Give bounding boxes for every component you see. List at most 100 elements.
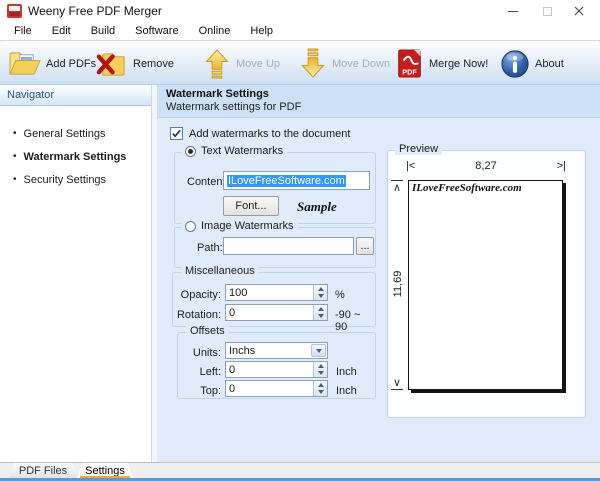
rotation-spin-buttons[interactable] bbox=[313, 305, 327, 320]
spin-up-icon[interactable] bbox=[314, 362, 327, 370]
main-panel: Watermark Settings Watermark settings fo… bbox=[157, 85, 600, 462]
ruler-bottom-end-marker: ∨ bbox=[391, 376, 403, 390]
miscellaneous-title: Miscellaneous bbox=[181, 265, 259, 277]
spin-down-icon[interactable] bbox=[314, 313, 327, 321]
checkbox-checked-icon bbox=[170, 127, 183, 140]
close-button[interactable] bbox=[564, 0, 594, 22]
about-info-icon bbox=[500, 49, 530, 79]
chevron-down-icon[interactable] bbox=[311, 344, 326, 357]
rotation-value: 0 bbox=[229, 307, 235, 319]
about-button[interactable]: About bbox=[500, 47, 564, 80]
move-down-arrow-icon bbox=[299, 48, 327, 79]
rotation-label: Rotation: bbox=[173, 309, 221, 321]
spin-up-icon[interactable] bbox=[314, 381, 327, 389]
ruler-left-end-marker: |< bbox=[406, 160, 415, 172]
opacity-value: 100 bbox=[229, 287, 247, 299]
maximize-button[interactable] bbox=[532, 0, 562, 22]
tab-settings[interactable]: Settings bbox=[77, 463, 133, 479]
add-watermarks-checkbox[interactable]: Add watermarks to the document bbox=[170, 127, 350, 140]
navigator-items: • General Settings • Watermark Settings … bbox=[0, 106, 151, 192]
left-label: Left: bbox=[178, 366, 221, 378]
add-pdfs-button[interactable]: Add PDFs bbox=[8, 47, 96, 80]
minimize-button[interactable] bbox=[498, 0, 528, 22]
add-watermarks-label: Add watermarks to the document bbox=[189, 128, 350, 140]
merge-now-label: Merge Now! bbox=[429, 58, 488, 70]
spin-down-icon[interactable] bbox=[314, 293, 327, 301]
units-select[interactable]: Inchs bbox=[225, 342, 328, 359]
top-label: Top: bbox=[178, 385, 221, 397]
preview-group: Preview |< 8,27 >| ∧ 11,69 ∨ ILoveFreeSo… bbox=[387, 150, 586, 418]
left-spin-buttons[interactable] bbox=[313, 362, 327, 377]
miscellaneous-group: Miscellaneous Opacity: 100 % Rotation: 0 bbox=[172, 272, 376, 327]
bullet-icon: • bbox=[13, 129, 17, 139]
units-value: Inchs bbox=[229, 345, 255, 357]
path-label: Path: bbox=[197, 242, 223, 254]
merge-pdf-icon: PDF bbox=[395, 48, 424, 79]
rotation-range: -90 ~ 90 bbox=[335, 309, 375, 333]
move-up-button[interactable]: Move Up bbox=[203, 47, 280, 80]
offsets-title: Offsets bbox=[186, 325, 229, 337]
page-title: Watermark Settings bbox=[166, 88, 600, 100]
app-icon bbox=[7, 4, 22, 18]
page-height-value: 11,69 bbox=[392, 269, 404, 299]
image-watermarks-group: Image Watermarks Path: ... bbox=[174, 227, 376, 268]
top-unit: Inch bbox=[336, 385, 357, 397]
page-width-value: 8,27 bbox=[475, 160, 496, 172]
merge-now-button[interactable]: PDF Merge Now! bbox=[395, 47, 488, 80]
top-spin-buttons[interactable] bbox=[313, 381, 327, 396]
menu-build[interactable]: Build bbox=[81, 23, 125, 39]
navigator-panel: Navigator • General Settings • Watermark… bbox=[0, 85, 152, 462]
browse-path-button[interactable]: ... bbox=[356, 237, 374, 255]
maximize-icon bbox=[543, 7, 552, 16]
sidebar-item-watermark-settings[interactable]: • Watermark Settings bbox=[0, 146, 151, 169]
watermark-settings-content: Add watermarks to the document Text Wate… bbox=[157, 118, 600, 462]
move-up-arrow-icon bbox=[203, 48, 231, 79]
preview-watermark-text: ILoveFreeSoftware.com bbox=[412, 182, 522, 194]
font-button[interactable]: Font... bbox=[223, 196, 279, 216]
radio-selected-icon bbox=[185, 146, 196, 157]
menu-software[interactable]: Software bbox=[125, 23, 188, 39]
spin-up-icon[interactable] bbox=[314, 285, 327, 293]
remove-label: Remove bbox=[133, 58, 174, 70]
radio-unselected-icon bbox=[185, 221, 196, 232]
remove-folder-icon bbox=[95, 48, 128, 79]
bottom-tab-strip: PDF Files Settings bbox=[0, 462, 600, 478]
sidebar-item-general-settings[interactable]: • General Settings bbox=[0, 123, 151, 146]
image-watermarks-radio-label: Image Watermarks bbox=[201, 220, 294, 232]
text-watermarks-radio-label: Text Watermarks bbox=[201, 145, 283, 157]
left-offset-stepper[interactable]: 0 bbox=[225, 361, 328, 378]
content-input[interactable]: ILoveFreeSoftware.com bbox=[223, 171, 370, 190]
svg-text:PDF: PDF bbox=[402, 67, 417, 76]
top-offset-stepper[interactable]: 0 bbox=[225, 380, 328, 397]
menu-help[interactable]: Help bbox=[240, 23, 283, 39]
move-down-label: Move Down bbox=[332, 58, 390, 70]
menu-edit[interactable]: Edit bbox=[42, 23, 81, 39]
tab-pdf-files[interactable]: PDF Files bbox=[9, 463, 77, 479]
preview-title: Preview bbox=[395, 143, 442, 155]
spin-down-icon[interactable] bbox=[314, 389, 327, 397]
menu-online[interactable]: Online bbox=[189, 23, 241, 39]
close-icon bbox=[574, 6, 584, 16]
remove-button[interactable]: Remove bbox=[95, 47, 174, 80]
font-sample-text: Sample bbox=[297, 199, 337, 215]
opacity-spin-buttons[interactable] bbox=[313, 285, 327, 300]
opacity-stepper[interactable]: 100 bbox=[225, 284, 328, 301]
text-watermarks-group: Text Watermarks Content: ILoveFreeSoftwa… bbox=[174, 152, 376, 224]
navigator-header: Navigator bbox=[0, 85, 151, 106]
left-unit: Inch bbox=[336, 366, 357, 378]
text-watermarks-radio[interactable]: Text Watermarks bbox=[181, 145, 287, 157]
image-watermarks-radio[interactable]: Image Watermarks bbox=[181, 220, 298, 232]
about-label: About bbox=[535, 58, 564, 70]
page-header: Watermark Settings Watermark settings fo… bbox=[157, 85, 600, 118]
add-pdfs-label: Add PDFs bbox=[46, 58, 96, 70]
spin-up-icon[interactable] bbox=[314, 305, 327, 313]
move-up-label: Move Up bbox=[236, 58, 280, 70]
spin-down-icon[interactable] bbox=[314, 370, 327, 378]
path-input[interactable] bbox=[223, 237, 354, 255]
menu-bar: File Edit Build Software Online Help bbox=[0, 22, 600, 41]
menu-file[interactable]: File bbox=[4, 23, 42, 39]
add-pdfs-folder-icon bbox=[8, 48, 41, 79]
move-down-button[interactable]: Move Down bbox=[299, 47, 390, 80]
sidebar-item-security-settings[interactable]: • Security Settings bbox=[0, 169, 151, 192]
rotation-stepper[interactable]: 0 bbox=[225, 304, 328, 321]
